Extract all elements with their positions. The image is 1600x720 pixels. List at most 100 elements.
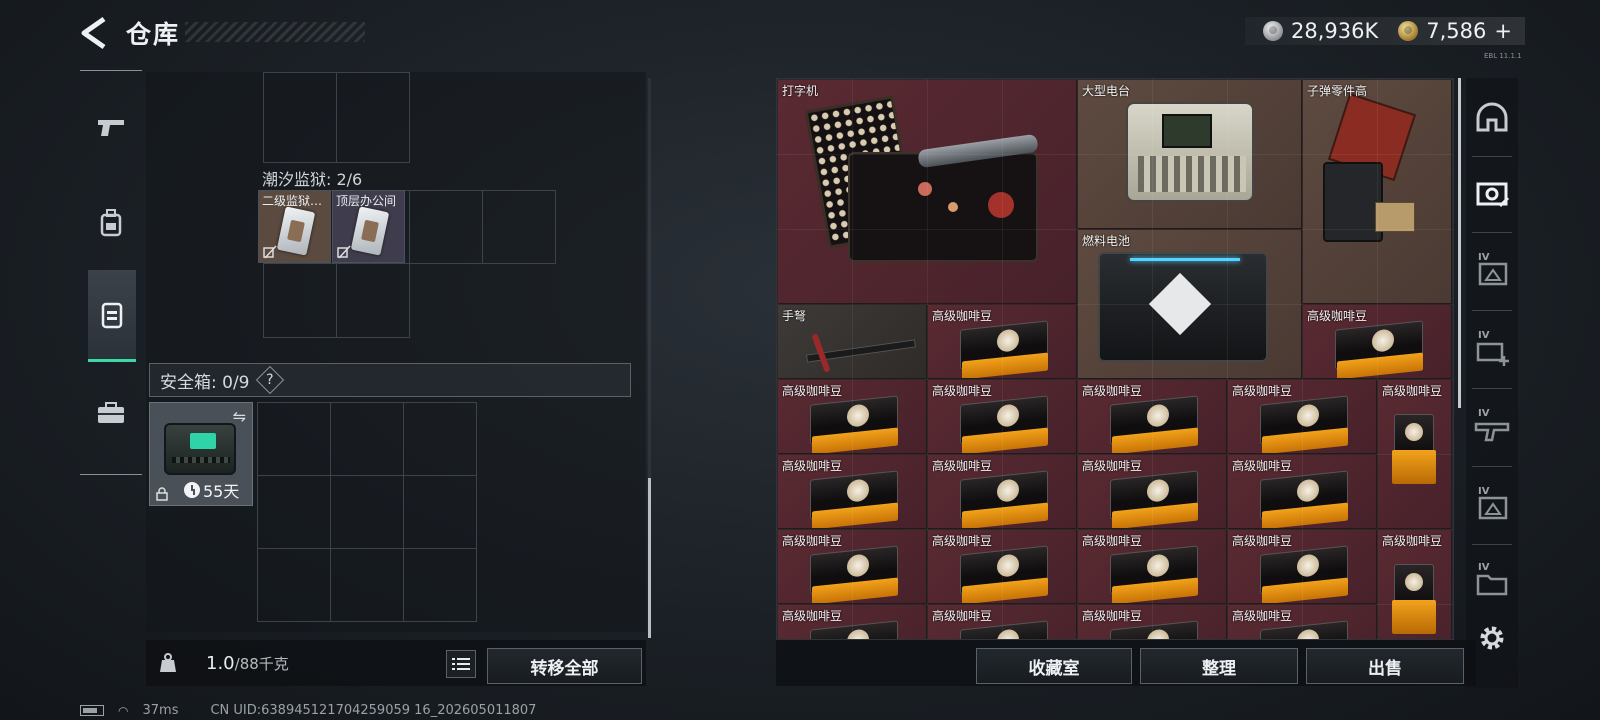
grid-cell[interactable] (331, 549, 404, 622)
keycard-item[interactable]: 二级监狱… (258, 190, 331, 263)
currency-bar: 28,936K 7,586 + (1245, 17, 1525, 45)
radio-art (1126, 102, 1254, 202)
item-name: 高级咖啡豆 (1382, 534, 1443, 548)
coffee-bag-art (1110, 470, 1200, 528)
stash-action-bar: 收藏室 整理 出售 (776, 640, 1476, 686)
coffee-bag-art (1390, 414, 1436, 484)
help-button[interactable]: ? (255, 365, 284, 395)
coffee-item[interactable]: 高级咖啡豆 (927, 529, 1077, 604)
stash-scrollbar-thumb[interactable] (1458, 78, 1461, 408)
keycard-art (350, 206, 390, 256)
list-view-button[interactable] (446, 650, 476, 678)
grid-cell[interactable] (337, 264, 410, 338)
settings-gear-icon[interactable] (1476, 622, 1508, 654)
list-icon (452, 658, 470, 670)
typewriter-item[interactable]: 打字机 (777, 79, 1077, 304)
grid-cell[interactable] (404, 403, 477, 476)
tier4-frame-icon[interactable]: IV (1474, 252, 1510, 290)
tab-weapons[interactable] (88, 92, 134, 162)
stash-panel: 打字机 大型电台 子弹零件高 燃料电池 手弩 高级咖啡豆 高级咖啡豆 高级咖啡豆… (776, 78, 1454, 640)
briefcase-icon (98, 402, 124, 423)
back-button[interactable] (78, 16, 112, 50)
tier-label: IV (1478, 330, 1490, 341)
rail-divider (80, 474, 142, 475)
tab-briefcase[interactable] (88, 378, 134, 448)
coffee-item[interactable]: 高级咖啡豆 (927, 454, 1077, 529)
transfer-all-button[interactable]: 转移全部 (487, 648, 642, 684)
grid-cell[interactable] (331, 403, 404, 476)
helmet-icon[interactable] (1474, 100, 1510, 136)
fuel-cell-item[interactable]: 燃料电池 (1077, 229, 1302, 379)
coffee-item[interactable]: 高级咖啡豆 (1077, 454, 1227, 529)
item-name: 子弹零件高 (1307, 84, 1368, 98)
safebox-label: 安全箱: 0/9 (160, 372, 250, 393)
coffee-item[interactable]: 高级咖啡豆 (1077, 604, 1227, 639)
grid-cell[interactable] (404, 549, 477, 622)
coffee-item[interactable]: 高级咖啡豆 (777, 529, 927, 604)
left-scrollbar-thumb[interactable] (648, 478, 651, 638)
item-name: 高级咖啡豆 (1082, 384, 1143, 398)
coffee-item-tall[interactable]: 高级咖啡豆 (1377, 379, 1452, 529)
tier-label: IV (1478, 252, 1490, 263)
safebox-grid (257, 402, 477, 622)
sort-button[interactable]: 整理 (1140, 648, 1298, 684)
item-name: 高级咖啡豆 (782, 609, 843, 623)
weight-readout: 1.0/88千克 (206, 653, 289, 674)
tier4-folder-icon[interactable]: IV (1474, 562, 1510, 600)
grid-cell[interactable] (258, 549, 331, 622)
collection-room-button[interactable]: 收藏室 (976, 648, 1132, 684)
coffee-item[interactable]: 高级咖啡豆 (1227, 604, 1377, 639)
large-radio-item[interactable]: 大型电台 (1077, 79, 1302, 229)
grid-cell[interactable] (264, 264, 337, 338)
coffee-item[interactable]: 高级咖啡豆 (927, 604, 1077, 639)
item-name: 燃料电池 (1082, 234, 1131, 248)
grid-cell[interactable] (258, 476, 331, 549)
coffee-item[interactable]: 高级咖啡豆 (1227, 379, 1377, 454)
coffee-item[interactable]: 高级咖啡豆 (927, 304, 1077, 379)
coffee-bag-art (810, 620, 900, 639)
item-name: 高级咖啡豆 (932, 534, 993, 548)
coffee-item[interactable]: 高级咖啡豆 (1227, 454, 1377, 529)
safebox-timer: 55天 (184, 478, 239, 502)
gold-coin-icon (1398, 21, 1419, 41)
gold-currency-value: 7,586 (1426, 19, 1487, 43)
keycard-item[interactable]: 顶层办公间 (332, 190, 405, 263)
container-panel: 潮汐监狱: 2/6 二级监狱… 顶层办公间 安全箱: 0/9 ? ⇋ 55天 (146, 72, 646, 632)
crossbow-item[interactable]: 手弩 (777, 304, 927, 379)
grid-cell[interactable] (410, 191, 483, 264)
tier4-rifle-icon[interactable]: IV (1474, 408, 1510, 446)
tier-label: IV (1478, 562, 1490, 573)
grid-cell[interactable] (483, 191, 556, 264)
safebox-header: 安全箱: 0/9 ? (149, 363, 631, 397)
coffee-item[interactable]: 高级咖啡豆 (777, 454, 927, 529)
tab-vest[interactable] (88, 270, 136, 362)
coffee-bag-art (1260, 395, 1350, 453)
status-bar: ◠ 37ms CN UID:638945121704259059 16_2026… (80, 703, 536, 718)
tier4-medkit-icon[interactable]: IV (1474, 330, 1510, 368)
camera-repair-icon[interactable] (1474, 176, 1510, 212)
coffee-item[interactable]: 高级咖啡豆 (1227, 529, 1377, 604)
grid-cell[interactable] (331, 476, 404, 549)
tab-backpack[interactable] (88, 188, 134, 258)
grid-cell[interactable] (258, 403, 331, 476)
tier4-frame-icon[interactable]: IV (1474, 486, 1510, 524)
item-name: 高级咖啡豆 (932, 609, 993, 623)
coffee-bag-art (810, 395, 900, 453)
swap-icon[interactable]: ⇋ (233, 407, 246, 426)
coffee-item-tall[interactable]: 高级咖啡豆 (1377, 529, 1452, 639)
coffee-bag-art (960, 395, 1050, 453)
gold-topup-button[interactable]: + (1494, 19, 1512, 43)
coffee-item[interactable]: 高级咖啡豆 (1077, 379, 1227, 454)
item-name: 高级咖啡豆 (932, 309, 993, 323)
ammo-parts-item[interactable]: 子弹零件高 (1302, 79, 1452, 304)
grid-cell[interactable] (404, 476, 477, 549)
coffee-item[interactable]: 高级咖啡豆 (927, 379, 1077, 454)
coffee-item[interactable]: 高级咖啡豆 (1077, 529, 1227, 604)
coffee-item[interactable]: 高级咖啡豆 (1302, 304, 1452, 379)
coffee-item[interactable]: 高级咖啡豆 (777, 379, 927, 454)
item-name: 高级咖啡豆 (1232, 534, 1293, 548)
coffee-item[interactable]: 高级咖啡豆 (777, 604, 927, 639)
sell-button[interactable]: 出售 (1306, 648, 1464, 684)
item-name: 高级咖啡豆 (1082, 459, 1143, 473)
safebox-item[interactable]: ⇋ 55天 (149, 402, 253, 506)
